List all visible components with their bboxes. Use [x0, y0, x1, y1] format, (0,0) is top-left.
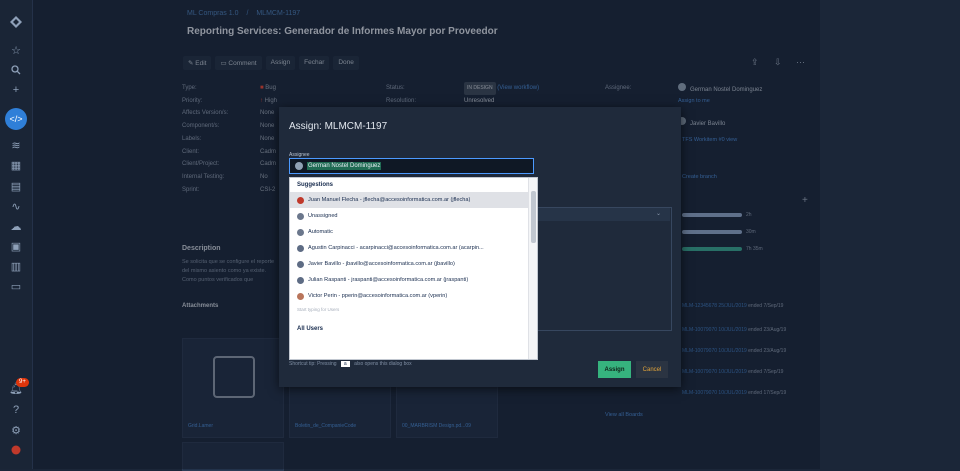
- star-icon[interactable]: ☆: [8, 42, 24, 58]
- avatar: [297, 276, 304, 284]
- code-glyph: </>: [9, 114, 23, 124]
- comment-field[interactable]: [537, 207, 672, 331]
- cloud-icon[interactable]: ☁: [8, 218, 24, 234]
- code-icon[interactable]: </>: [5, 108, 27, 130]
- suggestion-item[interactable]: Juan Manuel Flecha - jflecha@accesoinfor…: [290, 192, 537, 208]
- suggestion-label: Automatic: [308, 229, 333, 235]
- settings-icon[interactable]: ⚙: [8, 422, 24, 438]
- suggestion-label: Unassigned: [308, 213, 338, 219]
- avatar: [297, 244, 304, 252]
- board-icon[interactable]: ▣: [8, 238, 24, 254]
- box-icon[interactable]: ▥: [8, 258, 24, 274]
- avatar: [297, 292, 304, 300]
- assignee-input[interactable]: German Nostel Dominguez: [289, 158, 534, 174]
- grid-icon[interactable]: ▦: [8, 157, 24, 173]
- shortcut-tip-prefix: Shortcut tip: Pressing: [289, 361, 337, 367]
- suggestion-label: Victor Perin - pperin@accesoinformatica.…: [308, 293, 448, 299]
- chart-icon[interactable]: ∿: [8, 198, 24, 214]
- all-users-heading: All Users: [297, 326, 324, 332]
- shortcut-key: a: [340, 361, 350, 367]
- chevron-down-icon[interactable]: ⌄: [656, 210, 661, 217]
- suggestion-label: Javier Bavillo - jbavillo@accesoinformat…: [308, 261, 455, 267]
- list-icon[interactable]: ▤: [8, 178, 24, 194]
- scrollbar-thumb[interactable]: [531, 191, 536, 243]
- suggestion-item[interactable]: Unassigned: [290, 208, 537, 224]
- suggestion-label: Juan Manuel Flecha - jflecha@accesoinfor…: [308, 197, 471, 203]
- assign-button[interactable]: Assign: [598, 361, 631, 378]
- avatar: [295, 162, 303, 170]
- assign-dialog: Assign: MLMCM-1197 ⌄ Assignee German Nos…: [279, 107, 681, 387]
- dropdown-hint: Start typing for Users: [297, 307, 340, 312]
- plus-icon[interactable]: +: [8, 82, 24, 98]
- profile-icon[interactable]: [8, 442, 24, 458]
- dropdown-scrollbar[interactable]: [528, 178, 537, 359]
- avatar: [297, 196, 304, 204]
- avatar: [297, 260, 304, 268]
- suggestions-heading: Suggestions: [297, 182, 334, 188]
- suggestion-label: Agustin Carpinacci - acarpinacci@accesoi…: [308, 245, 484, 251]
- shortcut-tip-suffix: also opens this dialog box: [354, 361, 412, 367]
- dialog-title: Assign: MLMCM-1197: [289, 121, 388, 132]
- suggestion-item[interactable]: Victor Perin - pperin@accesoinformatica.…: [290, 288, 537, 304]
- help-icon[interactable]: ?: [8, 402, 24, 418]
- notification-badge: 9+: [16, 378, 29, 387]
- filter-icon[interactable]: ≋: [8, 137, 24, 153]
- search-icon[interactable]: [8, 62, 24, 78]
- avatar: [297, 212, 304, 220]
- assignee-input-text: German Nostel Dominguez: [307, 162, 382, 170]
- suggestion-item[interactable]: Agustin Carpinacci - acarpinacci@accesoi…: [290, 240, 537, 256]
- shortcut-tip: Shortcut tip: Pressing a also opens this…: [289, 361, 412, 367]
- cancel-button[interactable]: Cancel: [636, 361, 668, 378]
- right-gutter: [820, 0, 960, 469]
- suggestion-item[interactable]: Javier Bavillo - jbavillo@accesoinformat…: [290, 256, 537, 272]
- jira-logo-icon[interactable]: [8, 14, 24, 30]
- suggestion-item[interactable]: Automatic: [290, 224, 537, 240]
- suggestion-label: Julian Raspanti - jraspanti@accesoinform…: [308, 277, 469, 283]
- calendar-icon[interactable]: ▭: [8, 278, 24, 294]
- assignee-suggestions-dropdown: Suggestions Juan Manuel Flecha - jflecha…: [289, 177, 538, 360]
- suggestion-item[interactable]: Julian Raspanti - jraspanti@accesoinform…: [290, 272, 537, 288]
- global-sidebar: ☆ + </> ≋ ▦ ▤ ∿ ☁ ▣ ▥ ▭ 🔔︎ 9+ ? ⚙: [0, 0, 33, 469]
- avatar: [297, 228, 304, 236]
